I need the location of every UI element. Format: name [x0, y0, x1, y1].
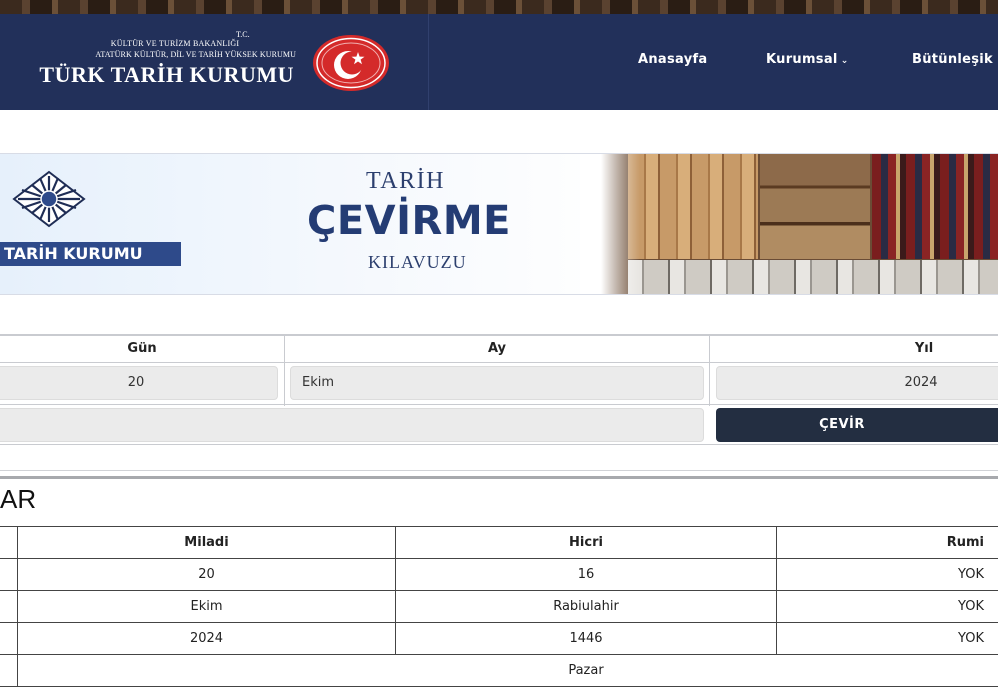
brand-tc: T.C. — [236, 30, 250, 39]
banner-title-top: TARİH — [366, 168, 445, 194]
table-cell: Ekim — [190, 599, 223, 614]
brand-council: ATATÜRK KÜLTÜR, DİL VE TARİH YÜKSEK KURU… — [95, 50, 296, 59]
star-crescent-seal-icon[interactable] — [311, 34, 391, 92]
nav-corporate[interactable]: Kurumsal ⌄ — [766, 52, 849, 67]
weekday-cell: Pazar — [568, 663, 604, 678]
col-header-rumi: Rumi — [946, 535, 984, 550]
col-header-miladi: Miladi — [184, 535, 229, 550]
form-divider-2 — [709, 336, 710, 406]
convert-button[interactable]: ÇEVİR — [716, 408, 998, 442]
day-input[interactable]: 20 — [0, 366, 278, 400]
banner-title-bottom: KILAVUZU — [368, 252, 467, 272]
date-conversion-form: Gün Ay Yıl 20 Ekim 2024 ÇEVİR — [0, 334, 998, 445]
table-cell: 1446 — [569, 631, 603, 646]
results-table: Miladi Hicri Rumi 20 16 YOK Ekim Rabiula… — [0, 526, 998, 688]
table-cell: YOK — [958, 631, 984, 646]
extra-field[interactable] — [0, 408, 704, 442]
year-input[interactable]: 2024 — [716, 366, 998, 400]
year-header: Yıl — [914, 341, 934, 356]
month-header: Ay — [487, 341, 507, 356]
form-bottom-border — [0, 444, 998, 445]
top-decorative-strip — [0, 0, 998, 14]
photo-shelves — [760, 154, 870, 259]
table-cell: 16 — [577, 567, 595, 582]
table-cell: YOK — [958, 567, 984, 582]
day-header: Gün — [127, 341, 157, 356]
chevron-down-icon: ⌄ — [840, 56, 849, 66]
col-header-hicri: Hicri — [569, 535, 603, 550]
site-header: T.C. KÜLTÜR VE TURİZM BAKANLIĞI ATATÜRK … — [0, 14, 998, 110]
table-cell: YOK — [958, 599, 984, 614]
form-divider-1 — [284, 336, 285, 406]
hero-banner: TARİH KURUMU TARİH ÇEVİRME KILAVUZU — [0, 153, 998, 295]
photo-reading-room — [628, 260, 998, 294]
table-cell: Rabiulahir — [553, 599, 619, 614]
photo-books — [872, 154, 998, 259]
ttk-logo-icon — [12, 170, 86, 228]
section-separator-thick — [0, 476, 998, 479]
nav-integrated[interactable]: Bütünleşik — [912, 52, 993, 67]
banner-brush-edge — [580, 154, 640, 294]
photo-scrolls — [628, 154, 758, 259]
section-separator-thin — [0, 470, 998, 471]
banner-title-main: ÇEVİRME — [307, 198, 511, 244]
form-row-divider-2 — [0, 404, 998, 405]
month-select[interactable]: Ekim — [290, 366, 704, 400]
nav-home[interactable]: Anasayfa — [638, 52, 708, 67]
results-title: AR — [0, 484, 37, 514]
table-cell: 20 — [198, 567, 215, 582]
nav-corporate-label: Kurumsal — [766, 52, 838, 67]
brand-ministry: KÜLTÜR VE TURİZM BAKANLIĞI — [110, 39, 240, 48]
archive-photo-collage — [600, 154, 998, 294]
table-cell: 2024 — [189, 631, 224, 646]
header-divider — [428, 14, 429, 110]
banner-org-label: TARİH KURUMU — [0, 242, 181, 266]
table-border-bottom — [0, 686, 998, 687]
form-row-divider — [0, 362, 998, 363]
site-logo-title[interactable]: TÜRK TARİH KURUMU — [0, 62, 294, 88]
